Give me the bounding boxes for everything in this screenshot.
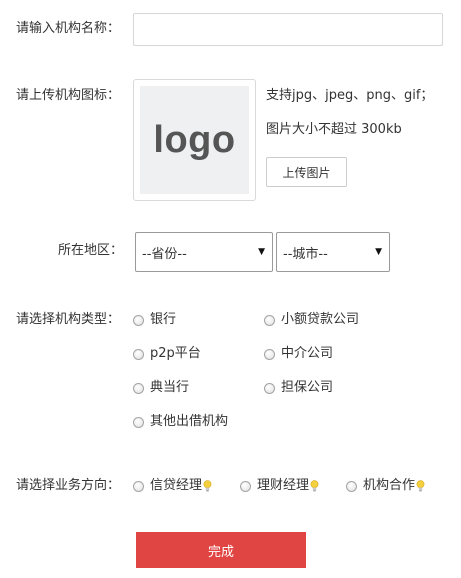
option-label: p2p平台	[150, 346, 201, 361]
org-name-input[interactable]	[133, 13, 443, 46]
option-label: 机构合作	[363, 478, 416, 493]
org-type-option-pawnshop[interactable]: 典当行	[133, 379, 189, 397]
logo-placeholder-text: logo	[153, 118, 236, 161]
org-type-option-agency[interactable]: 中介公司	[264, 345, 333, 363]
option-label: 小额贷款公司	[281, 312, 360, 327]
radio-button[interactable]	[240, 480, 251, 492]
radio-button[interactable]	[346, 480, 357, 492]
chevron-down-icon: ▼	[375, 247, 382, 257]
logo-preview[interactable]: logo	[133, 79, 256, 201]
lightbulb-icon	[203, 480, 212, 492]
province-select[interactable]: --省份-- ▼	[135, 232, 273, 272]
radio-button[interactable]	[133, 416, 144, 428]
business-option-credit-manager[interactable]: 信贷经理	[133, 477, 212, 495]
option-label: 中介公司	[281, 346, 334, 361]
radio-button[interactable]	[133, 314, 144, 326]
chevron-down-icon: ▼	[258, 247, 265, 257]
upload-format-hint: 支持jpg、jpeg、png、gif；	[266, 88, 434, 103]
business-option-institution-cooperation[interactable]: 机构合作	[346, 477, 425, 495]
province-select-value: --省份--	[142, 246, 187, 262]
org-type-label: 请选择机构类型：	[16, 312, 121, 327]
lightbulb-icon	[310, 480, 319, 492]
org-type-option-bank[interactable]: 银行	[133, 311, 176, 329]
logo-placeholder: logo	[140, 86, 249, 194]
org-type-option-p2p[interactable]: p2p平台	[133, 345, 201, 363]
upload-image-button[interactable]: 上传图片	[266, 157, 347, 187]
radio-button[interactable]	[264, 348, 275, 360]
org-name-label: 请输入机构名称：	[16, 21, 121, 36]
option-label: 信贷经理	[150, 478, 203, 493]
option-label: 其他出借机构	[150, 414, 229, 429]
radio-button[interactable]	[133, 480, 144, 492]
region-label: 所在地区：	[58, 243, 124, 258]
org-type-option-other[interactable]: 其他出借机构	[133, 413, 228, 431]
business-option-wealth-manager[interactable]: 理财经理	[240, 477, 319, 495]
business-direction-label: 请选择业务方向：	[16, 478, 121, 493]
city-select[interactable]: --城市-- ▼	[276, 232, 390, 272]
org-logo-label: 请上传机构图标：	[16, 88, 121, 103]
radio-button[interactable]	[264, 314, 275, 326]
org-type-option-guarantee[interactable]: 担保公司	[264, 379, 333, 397]
submit-button[interactable]: 完成	[136, 532, 306, 568]
option-label: 银行	[150, 312, 177, 327]
upload-size-hint: 图片大小不超过 300kb	[266, 122, 402, 137]
city-select-value: --城市--	[283, 246, 328, 262]
lightbulb-icon	[416, 480, 425, 492]
option-label: 典当行	[150, 380, 190, 395]
radio-button[interactable]	[133, 382, 144, 394]
org-type-option-microloan[interactable]: 小额贷款公司	[264, 311, 359, 329]
option-label: 理财经理	[257, 478, 310, 493]
option-label: 担保公司	[281, 380, 334, 395]
radio-button[interactable]	[264, 382, 275, 394]
radio-button[interactable]	[133, 348, 144, 360]
